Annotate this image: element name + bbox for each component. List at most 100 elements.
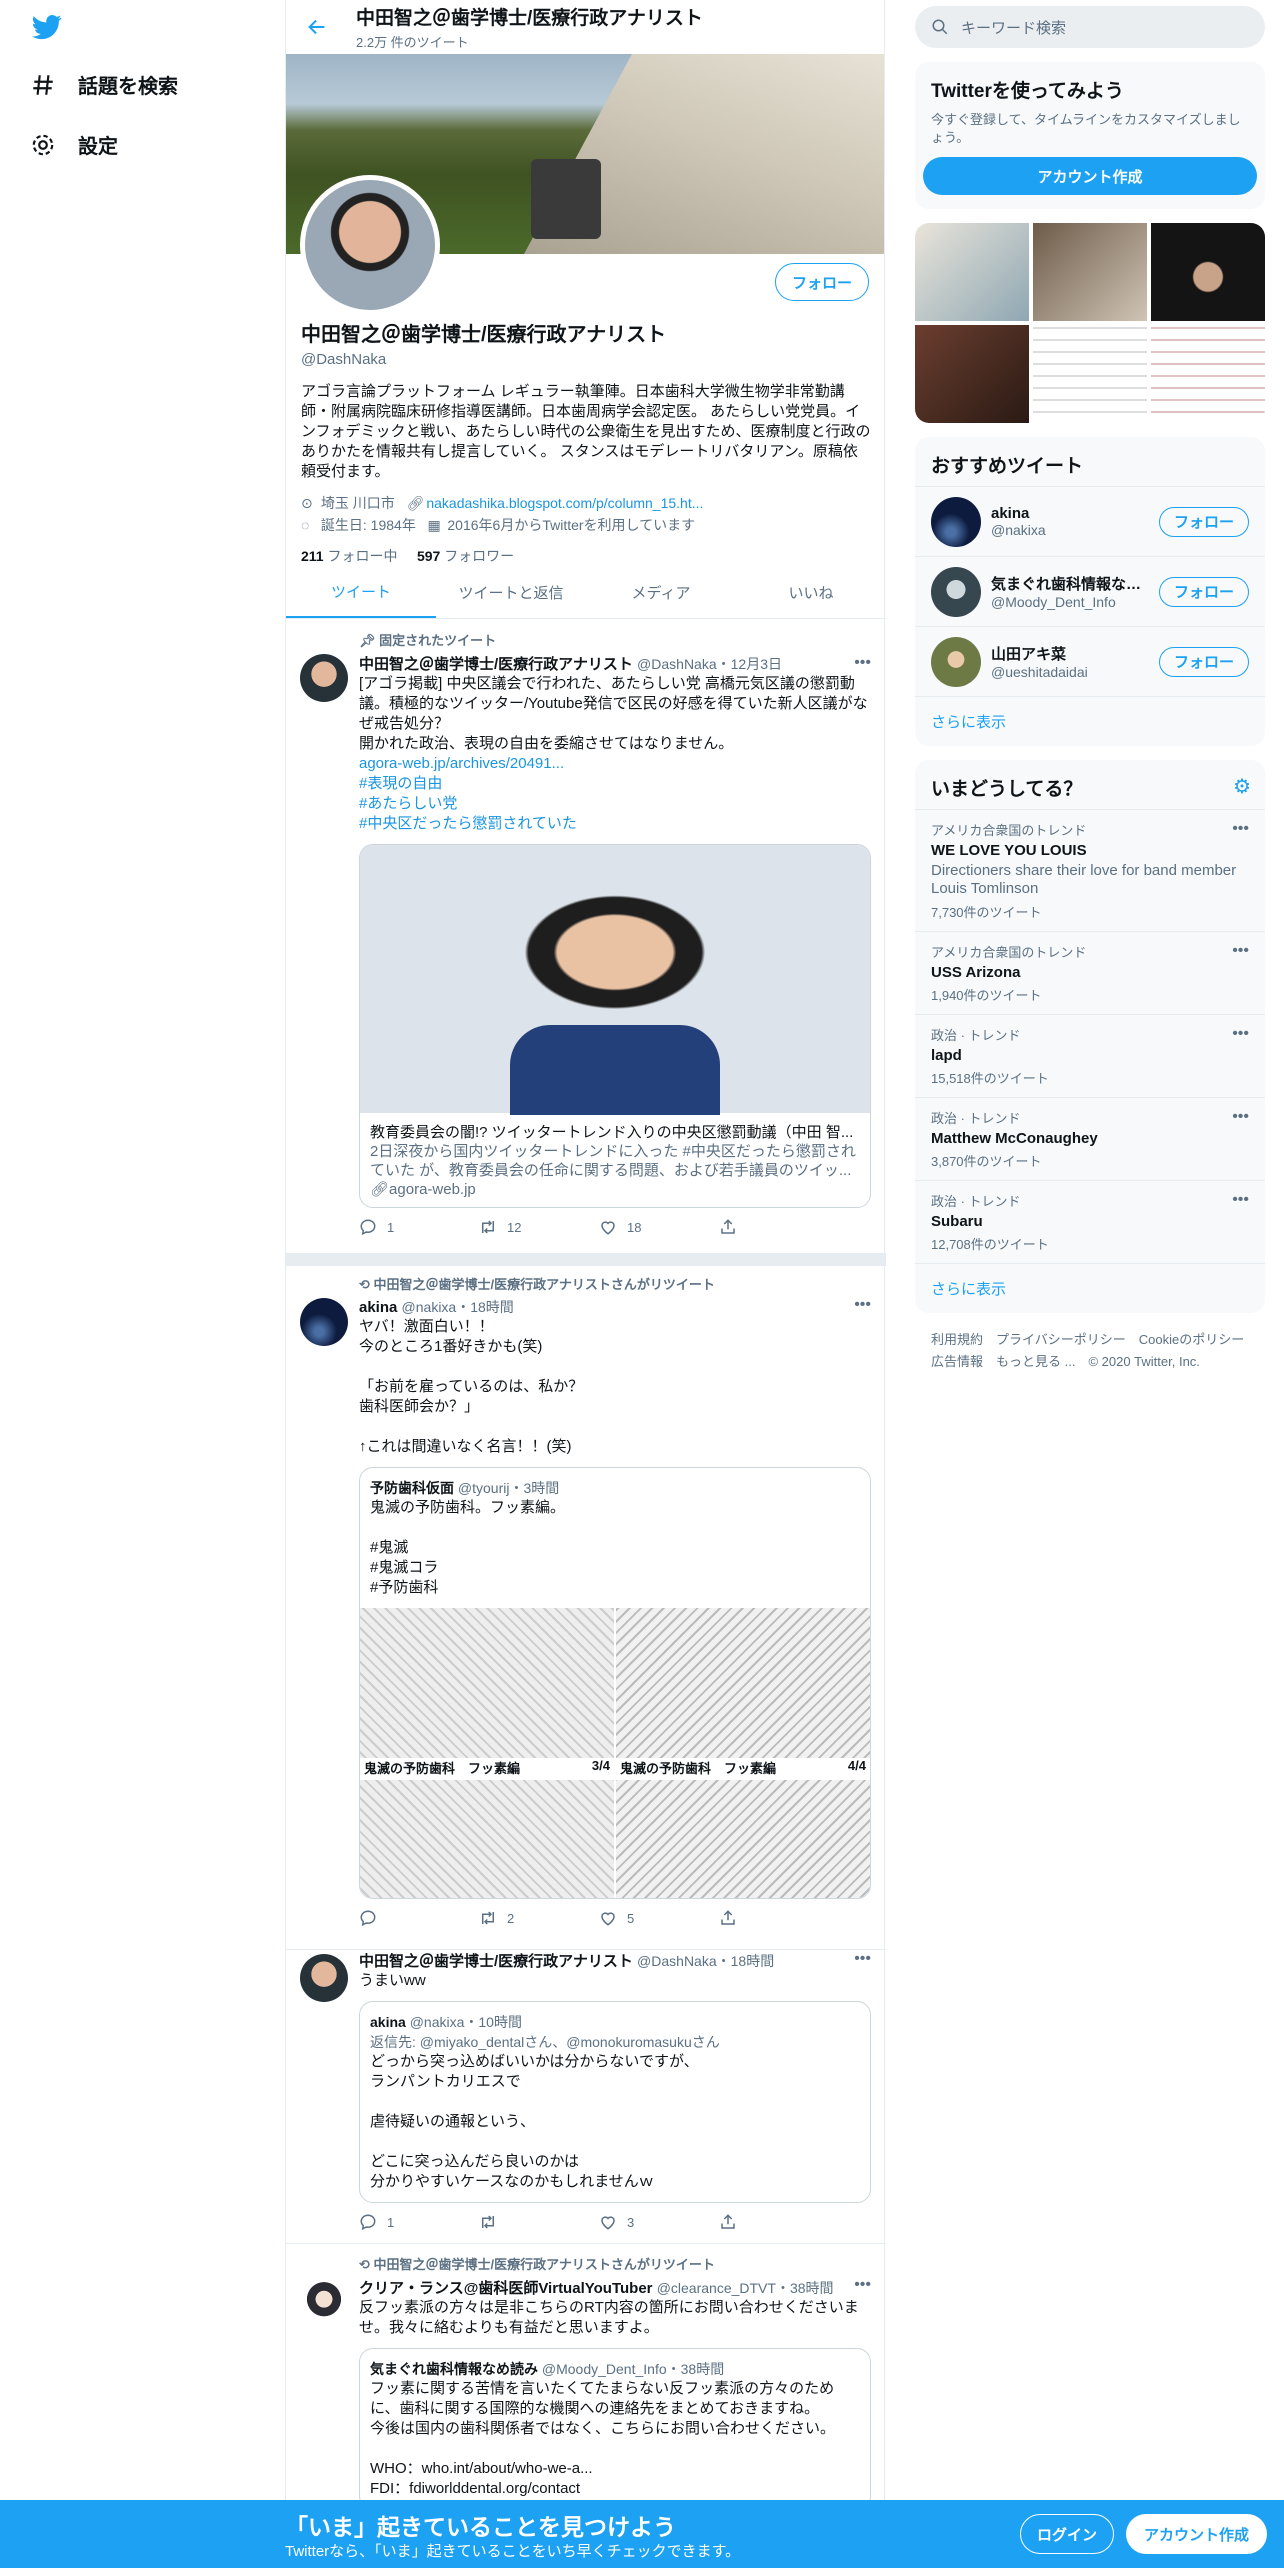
- suggestion-item[interactable]: akina @nakixa フォロー: [915, 486, 1265, 556]
- trend-item[interactable]: ••• アメリカ合衆国のトレンド USS Arizona 1,940件のツイート: [915, 931, 1265, 1014]
- card-desc: 2日深夜から国内ツイッタートレンドに入った #中央区だったら懲罰されていた が、…: [370, 1143, 856, 1179]
- trend-item[interactable]: ••• 政治 · トレンド Matthew McConaughey 3,870件…: [915, 1097, 1265, 1180]
- nav-explore[interactable]: 話題を検索: [30, 70, 178, 99]
- tab-likes[interactable]: いいね: [736, 566, 886, 618]
- following-link[interactable]: 211 フォロー中: [301, 548, 397, 564]
- share-button[interactable]: [719, 1218, 839, 1236]
- like-button[interactable]: 5: [599, 1909, 719, 1927]
- quoted-tweet[interactable]: 気まぐれ歯科情報なめ読み @Moody_Dent_Info・38時間 フッ素に関…: [359, 2348, 871, 2510]
- trends-panel: いまどうしてる？ ⚙ ••• アメリカ合衆国のトレンド WE LOVE YOU …: [915, 760, 1265, 1313]
- signup-button[interactable]: アカウント作成: [1126, 2514, 1268, 2554]
- tweet-text: [アゴラ掲載] 中央区議会で行われた、あたらしい党 高橋元気区議の懲罰動議。積極…: [359, 675, 868, 752]
- footer-links[interactable]: 利用規約 プライバシーポリシー Cookieのポリシー 広告情報 もっと見る .…: [915, 1313, 1265, 1389]
- profile-handle: @DashNaka: [301, 351, 387, 368]
- link-icon: 🔗︎: [406, 495, 425, 511]
- more-icon[interactable]: •••: [854, 654, 871, 672]
- quoted-media[interactable]: 鬼滅の予防歯科 フッ素編 3/4 鬼滅の予防歯科 フッ素編 4/4: [360, 1608, 870, 1898]
- trend-item[interactable]: ••• アメリカ合衆国のトレンド WE LOVE YOU LOUIS Direc…: [915, 809, 1265, 931]
- tweet-header: クリア・ランス@歯科医師VirtualYouTuber @clearance_D…: [359, 2280, 834, 2297]
- media-thumb[interactable]: [1151, 223, 1265, 321]
- share-button[interactable]: [719, 1909, 839, 1927]
- calendar-icon: ▦: [427, 517, 441, 533]
- hashtag-link[interactable]: #中央区だったら懲罰されていた: [359, 815, 577, 832]
- search-icon: [932, 19, 948, 35]
- login-button[interactable]: ログイン: [1020, 2514, 1115, 2554]
- tweet-text: うまいww: [359, 1972, 426, 1989]
- suggestion-item[interactable]: 気まぐれ歯科情報なめ読み@Moody_Dent_Info フォロー: [915, 556, 1265, 626]
- profile-url[interactable]: nakadashika.blogspot.com/p/column_15.ht.…: [426, 495, 703, 511]
- media-thumb[interactable]: [1033, 223, 1147, 321]
- trend-item[interactable]: ••• 政治 · トレンド lapd 15,518件のツイート: [915, 1014, 1265, 1097]
- profile-topbar: 中田智之＠歯学博士/医療行政アナリスト 2.2万 件のツイート: [286, 0, 884, 54]
- more-icon[interactable]: •••: [1232, 1191, 1249, 1209]
- tab-media[interactable]: メディア: [586, 566, 736, 618]
- tweet-avatar[interactable]: [300, 1298, 348, 1346]
- link-card[interactable]: 教育委員会の闇!? ツイッタートレンド入りの中央区懲罰動議（中田 智... 2日…: [359, 844, 871, 1208]
- tweet-umai[interactable]: ••• 中田智之＠歯学博士/医療行政アナリスト @DashNaka・18時間 う…: [286, 1940, 886, 2244]
- tweet-retweet-clearance[interactable]: ⟲ 中田智之＠歯学博士/医療行政アナリストさんがリツイート ••• クリア・ラン…: [286, 2246, 886, 2510]
- follow-button[interactable]: フォロー: [1158, 576, 1249, 607]
- reply-button[interactable]: 1: [359, 1218, 479, 1236]
- retweet-button[interactable]: 2: [479, 1909, 599, 1927]
- media-thumb[interactable]: [915, 223, 1029, 321]
- topbar-tweet-count: 2.2万 件のツイート: [356, 35, 469, 50]
- tweet-retweet-akina[interactable]: ⟲ 中田智之＠歯学博士/医療行政アナリストさんがリツイート ••• akina …: [286, 1266, 886, 1950]
- card-title: 教育委員会の闇!? ツイッタートレンド入りの中央区懲罰動議（中田 智...: [370, 1124, 854, 1141]
- share-icon: [721, 1219, 735, 1234]
- more-icon[interactable]: •••: [854, 1950, 871, 1968]
- retweet-button[interactable]: [479, 2213, 599, 2231]
- tweet-pinned[interactable]: 📌︎ 固定されたツイート ••• 中田智之＠歯学博士/医療行政アナリスト @Da…: [286, 626, 886, 1254]
- like-button[interactable]: 3: [599, 2213, 719, 2231]
- trend-item[interactable]: ••• 政治 · トレンド Subaru 12,708件のツイート: [915, 1180, 1265, 1263]
- quoted-reply-to: 返信先: @miyako_dentalさん、@monokuromasukuさん: [370, 2034, 720, 2050]
- tweet-actions: 2 5: [359, 1909, 871, 1927]
- like-button[interactable]: 18: [599, 1218, 719, 1236]
- more-icon[interactable]: •••: [854, 2276, 871, 2294]
- reply-icon: [360, 1219, 376, 1236]
- tweet-link[interactable]: agora-web.jp/archives/20491...: [359, 755, 564, 772]
- media-thumb[interactable]: [915, 325, 1029, 423]
- nav-settings[interactable]: 設定: [30, 130, 118, 159]
- quoted-text: 鬼滅の予防歯科。フッ素編。 #鬼滅 #鬼滅コラ #予防歯科: [370, 1499, 566, 1596]
- show-more-link[interactable]: さらに表示: [915, 1263, 1265, 1313]
- more-icon[interactable]: •••: [1232, 820, 1249, 838]
- follow-button[interactable]: フォロー: [1158, 646, 1249, 677]
- quoted-tweet[interactable]: 予防歯科仮面 @tyourij・3時間 鬼滅の予防歯科。フッ素編。 #鬼滅 #鬼…: [359, 1467, 871, 1899]
- tweet-header: 中田智之＠歯学博士/医療行政アナリスト @DashNaka・18時間: [359, 1953, 775, 1970]
- tab-tweets-replies[interactable]: ツイートと返信: [436, 566, 586, 618]
- show-more-link[interactable]: さらに表示: [915, 696, 1265, 746]
- share-button[interactable]: [719, 2213, 839, 2231]
- back-arrow-icon[interactable]: [306, 16, 328, 38]
- follow-button[interactable]: フォロー: [774, 263, 869, 301]
- heart-icon: [601, 1912, 615, 1926]
- more-icon[interactable]: •••: [1232, 1108, 1249, 1126]
- twitter-logo-icon[interactable]: [30, 12, 64, 42]
- tweet-avatar[interactable]: [300, 1954, 348, 2002]
- retweet-button[interactable]: 12: [479, 1218, 599, 1236]
- create-account-button[interactable]: アカウント作成: [923, 157, 1257, 195]
- follow-button[interactable]: フォロー: [1158, 506, 1249, 537]
- tweet-avatar[interactable]: [300, 2280, 348, 2328]
- more-icon[interactable]: •••: [854, 1296, 871, 1314]
- profile-avatar[interactable]: [300, 175, 440, 315]
- more-icon[interactable]: •••: [1232, 1025, 1249, 1043]
- media-thumb[interactable]: [1033, 325, 1147, 423]
- who-to-follow-panel: おすすめツイート akina@nakixa フォロー 気まぐれ歯科情報なめ読み@…: [915, 437, 1265, 746]
- gear-icon[interactable]: ⚙: [1233, 774, 1251, 799]
- reply-button[interactable]: 1: [359, 2213, 479, 2231]
- quoted-tweet[interactable]: akina @nakixa・10時間 返信先: @miyako_dentalさん…: [359, 2001, 871, 2203]
- hashtag-link[interactable]: #表現の自由: [359, 775, 442, 792]
- divider: [286, 1254, 886, 1266]
- suggestion-item[interactable]: 山田アキ菜 @ueshitadaidai フォロー: [915, 626, 1265, 696]
- media-grid: [915, 223, 1265, 423]
- hashtag-link[interactable]: #あたらしい党: [359, 795, 457, 812]
- profile-tabs: ツイート ツイートと返信 メディア いいね: [286, 566, 886, 619]
- media-thumb[interactable]: [1151, 325, 1265, 423]
- more-icon[interactable]: •••: [1232, 942, 1249, 960]
- signup-text: 今すぐ登録して、タイムラインをカスタマイズしましょう。: [931, 112, 1241, 145]
- reply-button[interactable]: [359, 1909, 479, 1927]
- tab-tweets[interactable]: ツイート: [286, 566, 436, 618]
- tweet-avatar[interactable]: [300, 654, 348, 702]
- search-box[interactable]: キーワード検索: [915, 6, 1265, 48]
- followers-link[interactable]: 597 フォロワー: [417, 548, 514, 564]
